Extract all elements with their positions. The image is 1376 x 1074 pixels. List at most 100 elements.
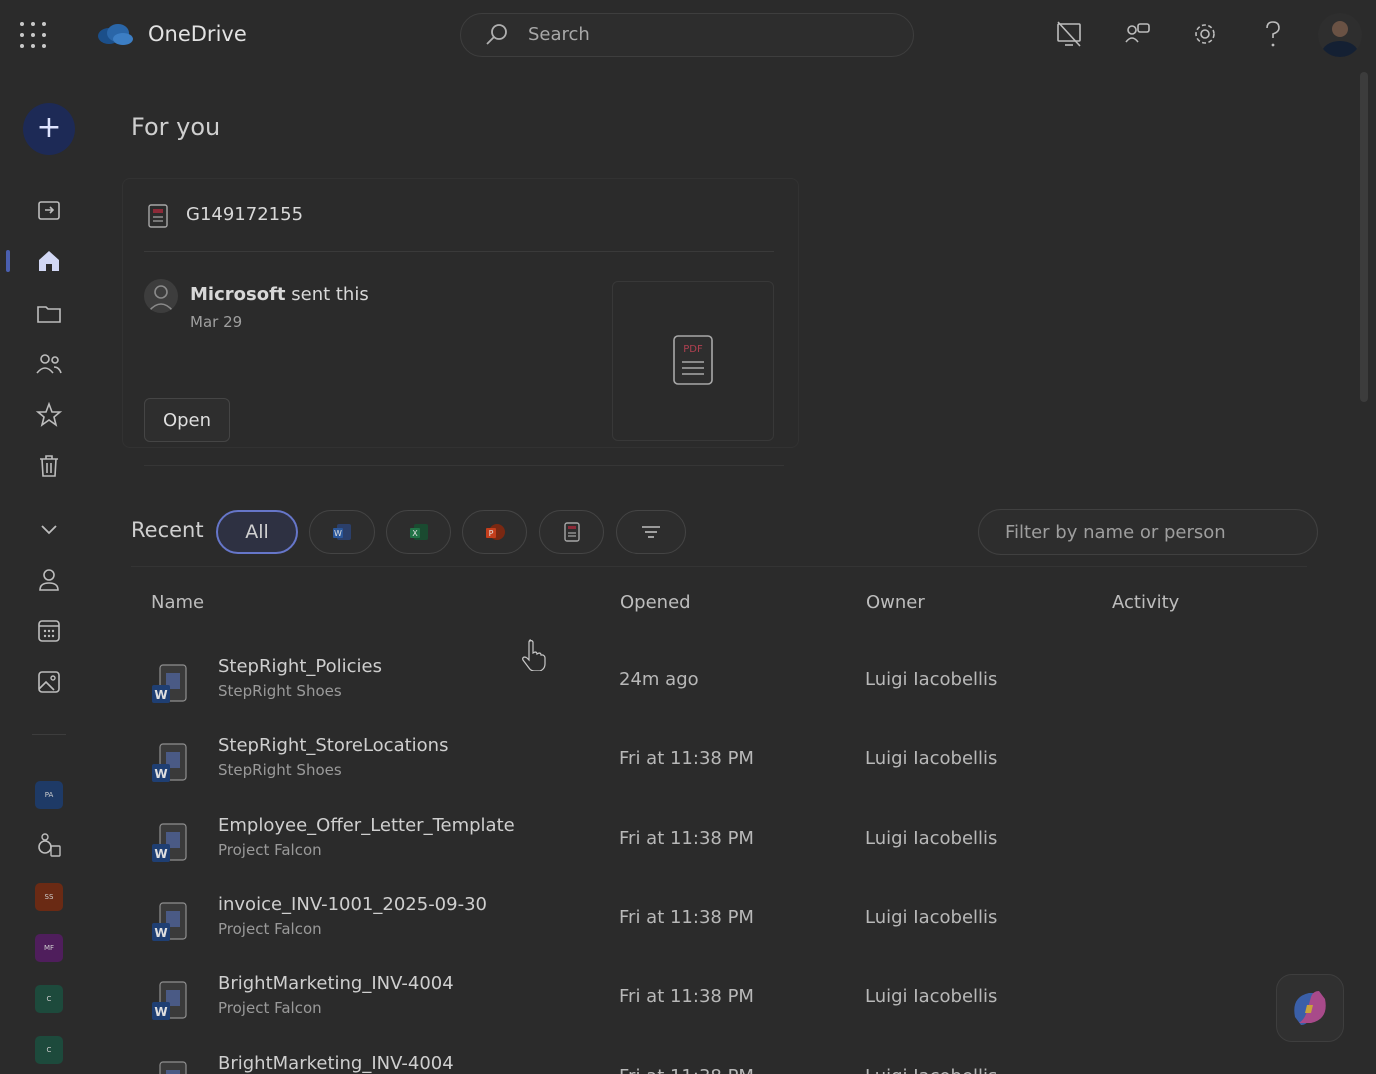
file-location: Project Falcon — [218, 920, 322, 938]
scrollbar[interactable] — [1360, 72, 1368, 402]
file-owner: Luigi Iacobellis — [865, 828, 998, 849]
file-owner: Luigi Iacobellis — [865, 748, 998, 769]
file-owner: Luigi Iacobellis — [865, 986, 998, 1007]
file-opened: Fri at 11:38 PM — [619, 907, 754, 928]
copilot-button[interactable] — [1276, 974, 1344, 1042]
folder-icon[interactable] — [34, 298, 64, 328]
file-owner: Luigi Iacobellis — [865, 907, 998, 928]
pdf-icon: PDF — [673, 335, 713, 385]
onedrive-logo-icon — [98, 24, 133, 45]
table-row[interactable]: W invoice_INV-1001_2025-09-30 Project Fa… — [122, 886, 1312, 965]
file-name[interactable]: StepRight_StoreLocations — [218, 735, 448, 756]
pa-app-tile[interactable]: PA — [35, 781, 63, 809]
table-row[interactable]: BrightMarketing_INV-4004 Fri at 11:38 PM… — [122, 1045, 1312, 1074]
word-file-icon: W — [152, 743, 187, 782]
sign-in-icon[interactable] — [34, 196, 64, 226]
svg-text:W: W — [154, 767, 167, 781]
file-name[interactable]: StepRight_Policies — [218, 656, 382, 677]
photos-icon[interactable] — [34, 667, 64, 697]
c-app-tile[interactable]: C — [35, 1036, 63, 1064]
file-owner: Luigi Iacobellis — [865, 669, 998, 690]
word-file-icon: W — [152, 823, 187, 862]
svg-text:W: W — [154, 1005, 167, 1019]
search-input[interactable]: Search — [528, 24, 590, 45]
file-location: StepRight Shoes — [218, 761, 342, 779]
chevron-down-icon[interactable] — [34, 515, 64, 545]
star-icon[interactable] — [34, 400, 64, 430]
recent-heading: Recent — [131, 518, 204, 542]
filter-all-label: All — [245, 521, 269, 543]
sent-date: Mar 29 — [190, 313, 243, 331]
file-opened: 24m ago — [619, 669, 699, 690]
filter-pdf-pill[interactable] — [539, 510, 604, 554]
hand-cursor-icon — [522, 639, 546, 671]
filter-powerpoint-pill[interactable]: P — [462, 510, 527, 554]
app-title[interactable]: OneDrive — [148, 22, 247, 46]
mf-app-tile[interactable]: MF — [35, 934, 63, 962]
column-header-opened[interactable]: Opened — [620, 592, 691, 613]
feedback-icon[interactable] — [1122, 18, 1152, 50]
file-name[interactable]: BrightMarketing_INV-4004 — [218, 973, 454, 994]
column-header-name[interactable]: Name — [151, 592, 204, 613]
presentation-off-icon[interactable] — [1054, 18, 1084, 50]
file-opened: Fri at 11:38 PM — [619, 828, 754, 849]
create-new-button[interactable]: + — [23, 103, 75, 155]
table-row[interactable]: W StepRight_StoreLocations StepRight Sho… — [122, 727, 1312, 806]
shared-library-icon[interactable] — [34, 830, 64, 860]
word-file-icon — [159, 1061, 187, 1074]
svg-text:P: P — [488, 529, 493, 538]
filter-row-divider — [131, 566, 1307, 567]
table-row[interactable]: W BrightMarketing_INV-4004 Project Falco… — [122, 965, 1312, 1044]
pdf-file-icon — [148, 204, 168, 228]
shared-people-icon[interactable] — [34, 349, 64, 379]
calendar-grid-icon[interactable] — [34, 616, 64, 646]
help-icon[interactable] — [1258, 18, 1288, 50]
file-name[interactable]: invoice_INV-1001_2025-09-30 — [218, 894, 487, 915]
open-button[interactable]: Open — [144, 398, 230, 442]
avatar[interactable] — [1318, 13, 1362, 57]
section-divider — [144, 465, 784, 466]
file-location: Project Falcon — [218, 999, 322, 1017]
word-file-icon: W — [152, 981, 187, 1020]
card-file-name[interactable]: G149172155 — [186, 204, 303, 225]
home-icon[interactable] — [34, 246, 64, 276]
recycle-bin-icon[interactable] — [34, 451, 64, 481]
word-file-icon: W — [152, 664, 187, 703]
pdf-icon — [563, 522, 580, 542]
filter-all-pill[interactable]: All — [216, 510, 298, 554]
active-nav-indicator — [6, 250, 10, 272]
person-icon[interactable] — [34, 565, 64, 595]
file-opened: Fri at 11:38 PM — [619, 1066, 754, 1074]
c-app-tile[interactable]: C — [35, 985, 63, 1013]
file-opened: Fri at 11:38 PM — [619, 986, 754, 1007]
word-file-icon: W — [152, 902, 187, 941]
app-launcher-icon[interactable] — [20, 22, 48, 50]
filter-excel-pill[interactable]: X — [386, 510, 451, 554]
copilot-icon — [1294, 991, 1326, 1025]
svg-text:W: W — [154, 926, 167, 940]
filter-by-name-input[interactable] — [978, 509, 1318, 555]
file-name[interactable]: BrightMarketing_INV-4004 — [218, 1053, 454, 1074]
file-location: StepRight Shoes — [218, 682, 342, 700]
more-filters-pill[interactable] — [616, 510, 686, 554]
rail-divider — [32, 734, 66, 735]
file-name[interactable]: Employee_Offer_Letter_Template — [218, 815, 515, 836]
filter-word-pill[interactable]: W — [309, 510, 375, 554]
svg-text:W: W — [154, 688, 167, 702]
table-row[interactable]: W Employee_Offer_Letter_Template Project… — [122, 807, 1312, 886]
page-title: For you — [131, 113, 221, 141]
sender-suffix: sent this — [285, 284, 369, 305]
column-header-activity[interactable]: Activity — [1112, 592, 1179, 613]
excel-icon: X — [409, 524, 428, 540]
table-row[interactable]: W StepRight_Policies StepRight Shoes 24m… — [122, 648, 1312, 727]
card-divider — [144, 251, 774, 252]
file-opened: Fri at 11:38 PM — [619, 748, 754, 769]
settings-gear-icon[interactable] — [1190, 18, 1220, 50]
svg-text:X: X — [412, 529, 418, 538]
svg-text:W: W — [154, 847, 167, 861]
ss-app-tile[interactable]: SS — [35, 883, 63, 911]
column-header-owner[interactable]: Owner — [866, 592, 925, 613]
sender-name: Microsoft — [190, 284, 286, 305]
svg-text:W: W — [334, 529, 342, 538]
word-icon: W — [333, 524, 351, 540]
